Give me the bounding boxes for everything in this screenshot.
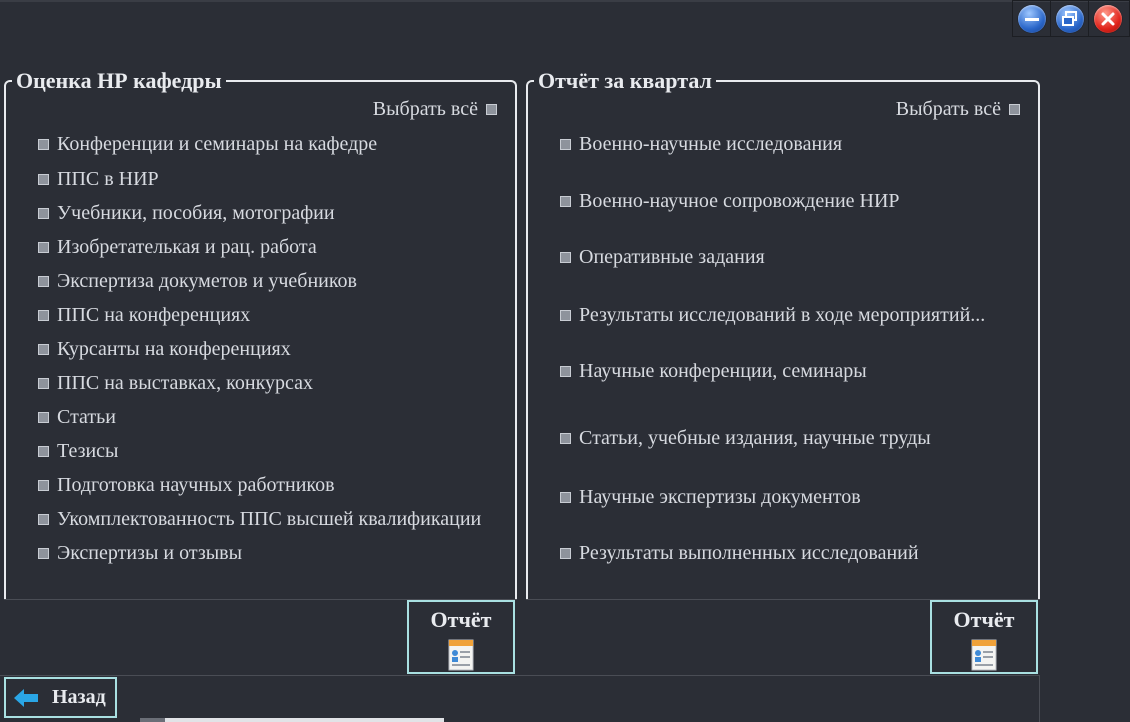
item-checkbox[interactable] xyxy=(560,547,571,559)
item-label: Изобретателькая и рац. работа xyxy=(57,236,317,258)
select-all-right[interactable]: Выбрать всё xyxy=(896,98,1020,121)
select-all-label: Выбрать всё xyxy=(372,98,478,120)
hr-evaluation-item[interactable]: Укомплектованность ППС высшей квалификац… xyxy=(38,507,481,531)
item-label: Конференции и семинары на кафедре xyxy=(57,133,378,155)
back-label: Назад xyxy=(52,686,106,708)
hr-evaluation-item[interactable]: Учебники, пособия, мотографии xyxy=(38,201,335,225)
quarterly-report-item[interactable]: Научные экспертизы документов xyxy=(560,485,861,509)
close-icon xyxy=(1094,5,1122,33)
select-all-checkbox[interactable] xyxy=(486,104,497,115)
app-window: Оценка НР кафедры Выбрать всё Конференци… xyxy=(0,0,1130,722)
item-label: ППС на конференциях xyxy=(57,304,251,326)
item-checkbox[interactable] xyxy=(38,138,49,150)
item-label: Результаты выполненных исследований xyxy=(579,542,919,564)
footer-divider xyxy=(0,675,1040,676)
item-checkbox[interactable] xyxy=(560,365,571,377)
item-label: ППС на выставках, конкурсах xyxy=(57,372,313,394)
item-label: Военно-научные исследования xyxy=(579,133,843,155)
item-label: Подготовка научных работников xyxy=(57,474,335,496)
item-label: Экспертизы и отзывы xyxy=(57,542,243,564)
hr-evaluation-item[interactable]: Курсанты на конференциях xyxy=(38,337,291,361)
footer-divider-vertical xyxy=(1039,675,1040,722)
quarterly-report-panel: Отчёт за квартал Выбрать всё Военно-науч… xyxy=(526,68,1040,600)
item-checkbox[interactable] xyxy=(38,275,49,287)
hr-evaluation-item[interactable]: ППС в НИР xyxy=(38,167,159,191)
item-checkbox[interactable] xyxy=(38,309,49,321)
hr-evaluation-item[interactable]: Экспертизы и отзывы xyxy=(38,541,242,565)
select-all-left[interactable]: Выбрать всё xyxy=(373,98,497,121)
item-checkbox[interactable] xyxy=(38,173,49,185)
item-checkbox[interactable] xyxy=(38,241,49,253)
window-controls xyxy=(1012,0,1130,37)
quarterly-report-item[interactable]: Результаты исследований в ходе мероприят… xyxy=(560,303,985,327)
back-button[interactable]: Назад xyxy=(4,677,117,718)
minimize-icon xyxy=(1017,5,1046,33)
item-checkbox[interactable] xyxy=(38,411,49,423)
hr-evaluation-item[interactable]: Изобретателькая и рац. работа xyxy=(38,235,317,259)
item-checkbox[interactable] xyxy=(560,138,571,150)
item-label: ППС в НИР xyxy=(57,168,159,190)
quarterly-report-item[interactable]: Статьи, учебные издания, научные труды xyxy=(560,426,931,450)
quarterly-report-item[interactable]: Военно-научное сопровождение НИР xyxy=(560,189,900,213)
item-label: Учебники, пособия, мотографии xyxy=(57,202,335,224)
restore-icon xyxy=(1055,5,1084,33)
item-label: Экспертиза докуметов и учебников xyxy=(57,270,357,292)
hr-evaluation-item[interactable]: Тезисы xyxy=(38,439,119,463)
hr-evaluation-item[interactable]: Экспертиза докуметов и учебников xyxy=(38,269,357,293)
left-report-button[interactable]: Отчёт xyxy=(407,600,515,674)
hr-evaluation-item[interactable]: Статьи xyxy=(38,405,116,429)
item-label: Результаты исследований в ходе мероприят… xyxy=(579,304,986,326)
quarterly-report-item[interactable]: Военно-научные исследования xyxy=(560,132,842,156)
item-checkbox[interactable] xyxy=(38,207,49,219)
item-label: Военно-научное сопровождение НИР xyxy=(579,190,900,212)
minimize-button[interactable] xyxy=(1013,1,1051,37)
top-strip xyxy=(0,0,1130,2)
item-label: Научные конференции, семинары xyxy=(579,360,867,382)
item-label: Статьи, учебные издания, научные труды xyxy=(579,427,931,449)
hr-evaluation-item[interactable]: ППС на выставках, конкурсах xyxy=(38,371,313,395)
item-checkbox[interactable] xyxy=(38,377,49,389)
item-checkbox[interactable] xyxy=(38,479,49,491)
item-checkbox[interactable] xyxy=(560,195,571,207)
report-label: Отчёт xyxy=(430,607,492,632)
right-report-button[interactable]: Отчёт xyxy=(930,600,1038,674)
arrow-left-icon xyxy=(14,688,38,707)
hr-evaluation-panel: Оценка НР кафедры Выбрать всё Конференци… xyxy=(4,68,517,600)
item-checkbox[interactable] xyxy=(38,547,49,559)
item-checkbox[interactable] xyxy=(38,343,49,355)
item-checkbox[interactable] xyxy=(38,445,49,457)
bottom-scroll-thumb[interactable] xyxy=(165,718,444,722)
panel-title: Оценка НР кафедры xyxy=(12,68,226,94)
hr-evaluation-item[interactable]: ППС на конференциях xyxy=(38,303,250,327)
close-button[interactable] xyxy=(1089,1,1127,37)
hr-evaluation-item[interactable]: Конференции и семинары на кафедре xyxy=(38,132,377,156)
quarterly-report-item[interactable]: Результаты выполненных исследований xyxy=(560,541,919,565)
item-label: Укомплектованность ППС высшей квалификац… xyxy=(57,508,482,530)
item-checkbox[interactable] xyxy=(560,432,571,444)
quarterly-report-item[interactable]: Оперативные задания xyxy=(560,245,765,269)
hr-evaluation-item[interactable]: Подготовка научных работников xyxy=(38,473,335,497)
report-label: Отчёт xyxy=(953,607,1015,632)
item-label: Статьи xyxy=(57,406,116,428)
item-label: Тезисы xyxy=(57,440,119,462)
item-label: Курсанты на конференциях xyxy=(57,338,291,360)
item-checkbox[interactable] xyxy=(560,251,571,263)
select-all-checkbox[interactable] xyxy=(1009,104,1020,115)
item-checkbox[interactable] xyxy=(38,513,49,525)
restore-button[interactable] xyxy=(1051,1,1089,37)
item-checkbox[interactable] xyxy=(560,309,571,321)
document-icon xyxy=(448,639,474,671)
item-label: Оперативные задания xyxy=(579,246,765,268)
quarterly-report-item[interactable]: Научные конференции, семинары xyxy=(560,359,867,383)
select-all-label: Выбрать всё xyxy=(895,98,1001,120)
item-checkbox[interactable] xyxy=(560,491,571,503)
panel-title: Отчёт за квартал xyxy=(534,68,716,94)
document-icon xyxy=(971,639,997,671)
item-label: Научные экспертизы документов xyxy=(579,486,861,508)
